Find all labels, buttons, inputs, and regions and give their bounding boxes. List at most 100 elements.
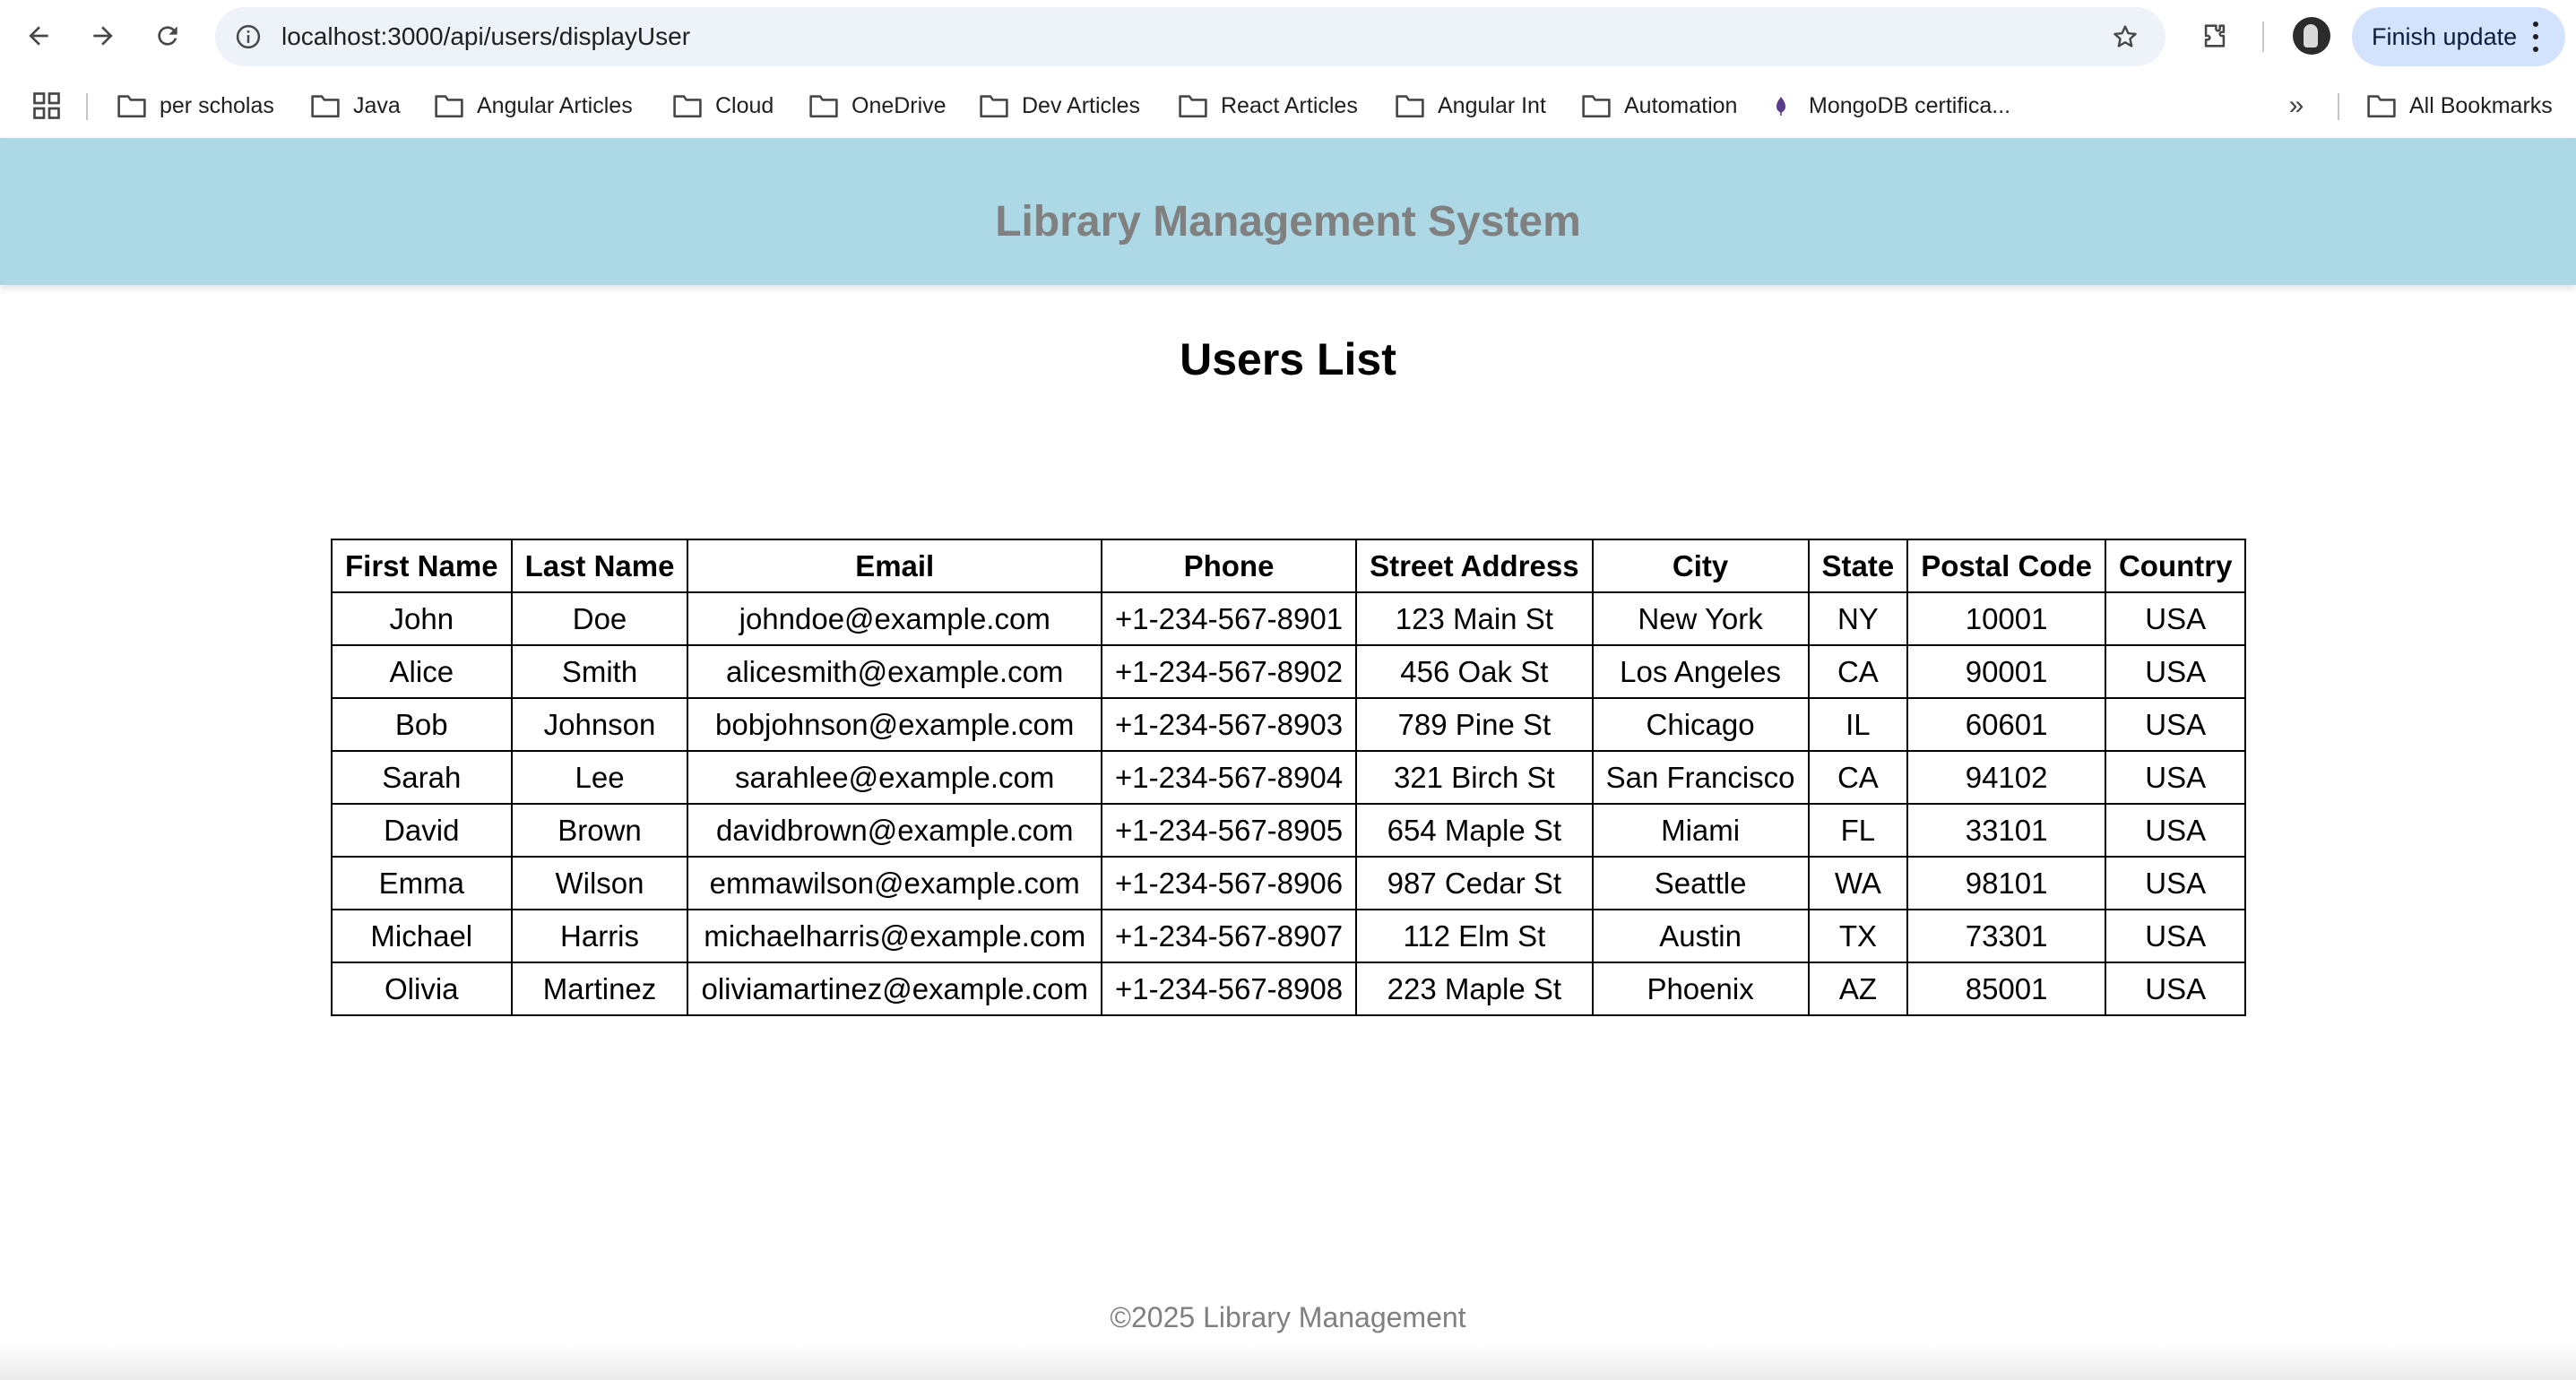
folder-icon: [311, 95, 340, 118]
bookmark-label: React Articles: [1221, 92, 1358, 118]
reload-icon: [158, 26, 177, 46]
table-cell: NY: [1807, 591, 1909, 646]
bookmark-label: OneDrive: [851, 92, 947, 118]
table-cell: 123 Main St: [1355, 591, 1594, 646]
table-cell: bobjohnson@example.com: [687, 697, 1102, 752]
bookmark-folder-angular-articles[interactable]: Angular Articles: [434, 86, 633, 125]
table-cell: Phoenix: [1591, 962, 1810, 1016]
site-info-icon[interactable]: [228, 16, 269, 57]
folder-icon: [1179, 95, 1207, 118]
table-cell: Lee: [510, 750, 689, 805]
back-button[interactable]: [18, 15, 59, 56]
finish-update-button[interactable]: Finish update: [2352, 7, 2565, 66]
table-cell: USA: [2104, 803, 2247, 858]
bookmark-label: Angular Int: [1438, 92, 1546, 118]
all-bookmarks-folder[interactable]: All Bookmarks: [2366, 86, 2553, 125]
folder-icon: [117, 95, 146, 118]
table-cell: Martinez: [510, 962, 689, 1016]
table-cell: San Francisco: [1591, 750, 1810, 805]
bookmark-mongodb-certification[interactable]: MongoDB certifica...: [1769, 86, 2010, 125]
table-cell: Smith: [510, 644, 689, 699]
table-cell: USA: [2104, 697, 2247, 752]
table-cell: USA: [2104, 909, 2247, 963]
page-header: Library Management System: [0, 138, 2576, 285]
bookmark-folder-cloud[interactable]: Cloud: [672, 86, 774, 125]
table-cell: USA: [2104, 962, 2247, 1016]
profile-avatar[interactable]: [2293, 17, 2330, 55]
bookmarks-bar: per scholas Java Angular Articles Cloud …: [0, 73, 2576, 138]
table-cell: 33101: [1906, 803, 2106, 858]
table-row: Alice Smith alicesmith@example.com +1-234-5…: [331, 644, 2247, 699]
back-arrow-icon: [29, 26, 48, 46]
reload-button[interactable]: [147, 15, 188, 56]
table-header-row: First Name Last Name Email Phone Street …: [331, 539, 2247, 593]
bookmark-folder-angular-int[interactable]: Angular Int: [1395, 86, 1546, 125]
table-cell: Miami: [1591, 803, 1810, 858]
bookmark-label: Dev Articles: [1022, 92, 1140, 118]
bookmark-folder-onedrive[interactable]: OneDrive: [808, 86, 947, 125]
kebab-menu-icon: [2531, 22, 2540, 52]
bookmark-label: per scholas: [160, 92, 274, 118]
folder-icon: [435, 95, 463, 118]
extensions-puzzle-icon[interactable]: [2194, 15, 2235, 56]
column-header: Last Name: [510, 539, 689, 593]
table-row: Emma Wilson emmawilson@example.com +1-234-5…: [331, 856, 2247, 910]
table-cell: CA: [1807, 644, 1909, 699]
bookmark-label: Cloud: [715, 92, 774, 118]
table-cell: John: [331, 591, 513, 646]
table-cell: IL: [1807, 697, 1909, 752]
table-cell: New York: [1591, 591, 1810, 646]
bookmark-folder-automation[interactable]: Automation: [1581, 86, 1737, 125]
column-header: Postal Code: [1906, 539, 2106, 593]
address-bar[interactable]: localhost:3000/api/users/displayUser: [215, 7, 2165, 66]
url-text[interactable]: localhost:3000/api/users/displayUser: [281, 7, 690, 66]
table-cell: 98101: [1906, 856, 2106, 910]
page-footer: ©2025 Library Management: [1110, 1301, 1466, 1333]
table-cell: davidbrown@example.com: [687, 803, 1102, 858]
table-cell: USA: [2104, 644, 2247, 699]
table-row: John Doe johndoe@example.com +1-234-567-890…: [331, 591, 2247, 646]
bookmark-folder-per-scholas[interactable]: per scholas: [117, 86, 274, 125]
table-cell: TX: [1807, 909, 1909, 963]
table-cell: emmawilson@example.com: [687, 856, 1102, 910]
table-cell: Wilson: [510, 856, 689, 910]
table-cell: USA: [2104, 750, 2247, 805]
bookmark-folder-react-articles[interactable]: React Articles: [1178, 86, 1358, 125]
page-title: Users List: [1180, 334, 1396, 384]
table-cell: +1-234-567-8902: [1100, 644, 1358, 699]
finish-update-label: Finish update: [2372, 22, 2518, 50]
toolbar-divider: [2262, 22, 2264, 52]
table-cell: 85001: [1906, 962, 2106, 1016]
table-row: Michael Harris michaelharris@example.com +1…: [331, 909, 2247, 963]
table-cell: David: [331, 803, 513, 858]
table-cell: Doe: [510, 591, 689, 646]
table-cell: 112 Elm St: [1355, 909, 1594, 963]
bookmark-folder-java[interactable]: Java: [310, 86, 401, 125]
apps-grid-icon[interactable]: [30, 90, 63, 122]
table-cell: Johnson: [510, 697, 689, 752]
table-cell: Olivia: [331, 962, 513, 1016]
bookmark-label: Java: [353, 92, 401, 118]
bookmark-star-icon[interactable]: [2105, 16, 2146, 57]
mongodb-leaf-icon: [1776, 97, 1785, 116]
folder-icon: [1396, 95, 1424, 118]
table-row: Sarah Lee sarahlee@example.com +1-234-567-8…: [331, 750, 2247, 805]
table-cell: sarahlee@example.com: [687, 750, 1102, 805]
table-row: Olivia Martinez oliviamartinez@example.com…: [331, 962, 2247, 1016]
column-header: State: [1807, 539, 1909, 593]
table-cell: johndoe@example.com: [687, 591, 1102, 646]
forward-button[interactable]: [82, 15, 124, 56]
column-header: First Name: [331, 539, 513, 593]
bookmarks-divider: [86, 93, 88, 120]
bookmark-label: MongoDB certifica...: [1809, 92, 2011, 118]
bookmark-folder-dev-articles[interactable]: Dev Articles: [979, 86, 1140, 125]
table-cell: 73301: [1906, 909, 2106, 963]
table-cell: FL: [1807, 803, 1909, 858]
column-header: Country: [2104, 539, 2247, 593]
column-header: Phone: [1100, 539, 1358, 593]
more-bookmarks-chevron-icon[interactable]: »: [2282, 91, 2311, 120]
table-cell: Chicago: [1591, 697, 1810, 752]
table-cell: oliviamartinez@example.com: [687, 962, 1102, 1016]
column-header: City: [1591, 539, 1810, 593]
table-cell: 654 Maple St: [1355, 803, 1594, 858]
